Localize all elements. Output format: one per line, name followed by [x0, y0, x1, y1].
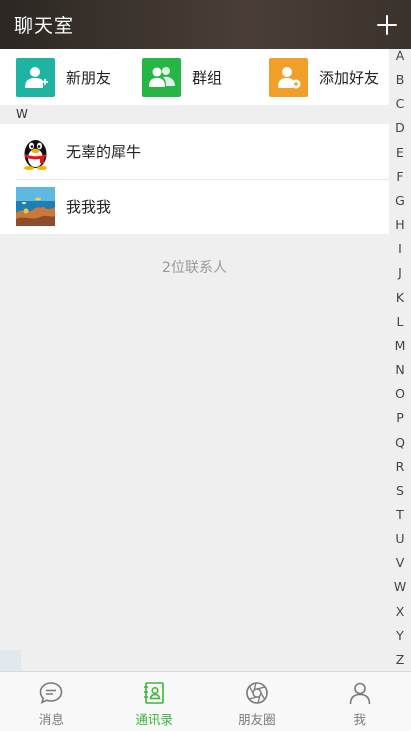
- index-letter[interactable]: K: [396, 290, 404, 306]
- tab-label: 我: [353, 712, 366, 727]
- chat-bubble-icon: [40, 682, 63, 705]
- penguin-avatar: [16, 132, 55, 171]
- contact-name: 无辜的犀牛: [66, 143, 142, 161]
- index-letter[interactable]: X: [396, 604, 405, 620]
- index-letter[interactable]: Q: [395, 435, 405, 451]
- index-letter[interactable]: D: [395, 120, 405, 136]
- coral-reef-avatar: [16, 187, 55, 226]
- contact-row[interactable]: 我我我: [0, 179, 389, 234]
- group-icon: [142, 57, 181, 97]
- index-letter[interactable]: E: [396, 145, 404, 161]
- index-letter[interactable]: S: [396, 483, 404, 499]
- index-letter[interactable]: W: [394, 579, 406, 595]
- alphabet-index[interactable]: ABCDEFGHIJKLMNOPQRSTUVWXYZ: [389, 48, 411, 668]
- group-button[interactable]: 群组: [142, 49, 269, 105]
- contacts-book-icon: [144, 682, 164, 704]
- tab-me[interactable]: 我: [308, 672, 411, 731]
- group-label: 群组: [192, 68, 223, 87]
- camera-aperture-icon: [246, 682, 268, 704]
- add-user-icon: [16, 57, 55, 97]
- index-letter[interactable]: F: [396, 169, 403, 185]
- add-friend-button[interactable]: 添加好友: [269, 49, 379, 105]
- add-friend-label: 添加好友: [319, 68, 380, 87]
- tab-contacts[interactable]: 通讯录: [103, 672, 206, 731]
- index-letter[interactable]: T: [396, 507, 404, 523]
- tab-label: 通讯录: [135, 712, 173, 727]
- tab-messages[interactable]: 消息: [0, 672, 103, 731]
- app-header: 聊天室: [0, 0, 411, 49]
- floating-check-icon: [0, 650, 21, 672]
- index-letter[interactable]: C: [396, 96, 405, 112]
- tab-bar: 消息 通讯录 朋友圈 我: [0, 671, 411, 731]
- plus-icon[interactable]: [375, 13, 399, 37]
- tab-label: 朋友圈: [238, 712, 276, 727]
- index-letter[interactable]: G: [395, 193, 405, 209]
- index-letter[interactable]: B: [396, 72, 405, 88]
- contact-count: 2位联系人: [162, 260, 227, 276]
- tab-moments[interactable]: 朋友圈: [206, 672, 309, 731]
- index-letter[interactable]: A: [396, 48, 405, 64]
- index-letter[interactable]: Y: [396, 628, 404, 644]
- contact-list: 无辜的犀牛 我我我: [0, 124, 389, 234]
- contact-row[interactable]: 无辜的犀牛: [0, 124, 389, 179]
- new-friends-label: 新朋友: [66, 68, 112, 87]
- index-letter[interactable]: Z: [396, 652, 405, 668]
- tab-label: 消息: [38, 712, 64, 727]
- index-letter[interactable]: P: [396, 410, 404, 426]
- index-letter[interactable]: M: [395, 338, 406, 354]
- contact-name: 我我我: [66, 198, 112, 216]
- index-letter[interactable]: L: [397, 314, 404, 330]
- add-friend-icon: [269, 57, 308, 97]
- index-letter[interactable]: V: [396, 555, 405, 571]
- index-letter[interactable]: R: [396, 459, 405, 475]
- index-letter[interactable]: I: [398, 241, 402, 257]
- page-title: 聊天室: [14, 15, 75, 37]
- person-icon: [349, 682, 370, 705]
- quick-actions: 新朋友 群组 添加好友: [0, 49, 389, 105]
- new-friends-button[interactable]: 新朋友: [16, 49, 142, 105]
- index-letter[interactable]: H: [395, 217, 404, 233]
- index-letter[interactable]: J: [398, 265, 402, 281]
- index-letter[interactable]: O: [395, 386, 405, 402]
- section-header-w: W: [0, 105, 389, 124]
- index-letter[interactable]: U: [395, 531, 404, 547]
- index-letter[interactable]: N: [395, 362, 404, 378]
